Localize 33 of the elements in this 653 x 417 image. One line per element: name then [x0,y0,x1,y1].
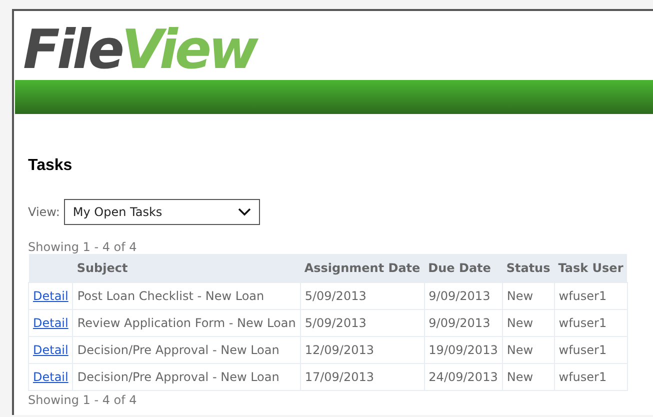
table-cell: New [502,336,554,364]
results-summary: Showing 1 - 4 of 4 [28,393,138,408]
table-cell: wfuser1 [554,336,628,364]
table-cell: New [502,364,554,391]
column-header: Task User [554,254,628,283]
column-header: Assignment Date [300,254,424,283]
table-cell: 5/09/2013 [300,282,424,310]
logo-text: File [23,18,122,81]
table-cell: 12/09/2013 [300,336,424,364]
column-header: Due Date [424,254,502,283]
column-header: Status [502,254,554,283]
table-cell: wfuser1 [554,310,628,337]
view-label: View: [28,204,60,222]
table-cell: 17/09/2013 [300,364,424,391]
logo-text: View [122,18,256,81]
table-cell: 24/09/2013 [424,364,502,391]
table-cell: Post Loan Checklist - New Loan [72,282,300,310]
table-cell: wfuser1 [554,282,628,310]
column-header: Subject [72,254,300,283]
page-title: Tasks [28,156,74,176]
table-cell: Review Application Form - New Loan [72,310,300,337]
table-cell: 19/09/2013 [424,336,502,364]
table-cell: 5/09/2013 [300,310,424,337]
table-cell: Decision/Pre Approval - New Loan [72,364,300,391]
table-cell: New [502,282,554,310]
results-summary: Showing 1 - 4 of 4 [28,240,138,254]
table-cell: Decision/Pre Approval - New Loan [72,336,300,364]
table-cell: New [502,310,554,337]
table-cell: 9/09/2013 [424,282,502,310]
table-cell: wfuser1 [554,364,628,391]
chevron-down-icon [238,208,251,216]
table-cell: 9/09/2013 [424,310,502,337]
view-dropdown[interactable]: My Open Tasks [64,199,260,226]
